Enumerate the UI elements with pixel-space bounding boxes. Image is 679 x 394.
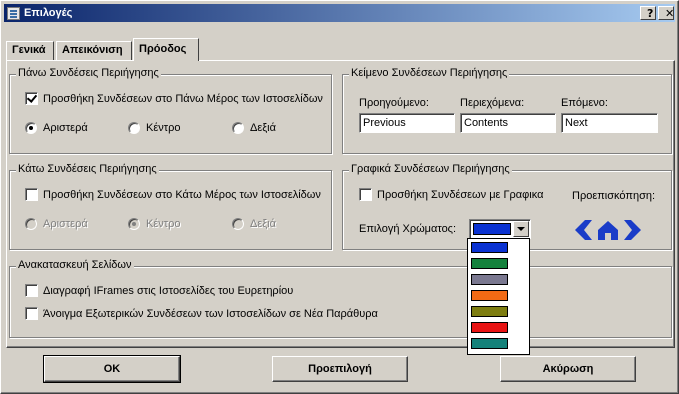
rebuild-group: Ανακατασκευή Σελίδων Διαγραφή IFrames στ… (9, 259, 672, 338)
open-external-links-checkbox[interactable]: Άνοιγμα Εξωτερικών Συνδέσεων των Ιστοσελ… (25, 307, 378, 320)
color-option[interactable] (470, 289, 527, 302)
color-swatch (471, 306, 508, 317)
prev-text-input[interactable] (359, 113, 455, 133)
color-swatch (471, 290, 508, 301)
color-swatch (471, 242, 508, 253)
color-swatch (471, 274, 508, 285)
top-align-center-radio[interactable]: Κέντρο (128, 122, 180, 134)
checkbox-label: Διαγραφή IFrames στις Ιστοσελίδες του Ευ… (43, 284, 294, 297)
radio-label: Αριστερά (43, 122, 88, 134)
checkbox-label: Άνοιγμα Εξωτερικών Συνδέσεων των Ιστοσελ… (43, 307, 378, 320)
tab-display[interactable]: Απεικόνιση (56, 41, 132, 60)
top-align-left-radio[interactable]: Αριστερά (25, 122, 88, 134)
bottom-align-right-radio: Δεξιά (232, 218, 276, 230)
radio-label: Αριστερά (43, 218, 88, 230)
window-title: Επιλογές (24, 7, 73, 19)
bottom-align-center-radio: Κέντρο (128, 218, 180, 230)
radio-label: Δεξιά (250, 122, 276, 134)
link-text-group: Κείμενο Συνδέσεων Περιήγησης Προηγούμενο… (342, 67, 672, 154)
default-button[interactable]: Προεπιλογή (272, 356, 408, 382)
contents-text-input[interactable] (460, 113, 556, 133)
rebuild-title: Ανακατασκευή Σελίδων (16, 259, 134, 271)
next-text-input[interactable] (561, 113, 658, 133)
radio-label: Κέντρο (146, 122, 181, 134)
color-dropdown-list[interactable] (467, 238, 530, 355)
top-links-title: Πάνω Συνδέσεις Περιήγησης (16, 67, 161, 79)
color-option[interactable] (470, 273, 527, 286)
checkbox-box[interactable] (25, 307, 38, 320)
radio-dot[interactable] (232, 122, 244, 134)
checkbox-label: Προσθήκη Συνδέσεων με Γραφικα (377, 188, 544, 201)
chevron-down-icon[interactable] (513, 221, 529, 237)
bottom-links-group: Κάτω Συνδέσεις Περιήγησης Προσθήκη Συνδέ… (9, 163, 332, 250)
top-links-add-checkbox[interactable]: Προσθήκη Συνδέσεων στο Πάνω Μέρος των Ισ… (25, 92, 323, 105)
tab-general[interactable]: Γενικά (6, 41, 54, 60)
graphic-links-add-checkbox[interactable]: Προσθήκη Συνδέσεων με Γραφικα (359, 188, 543, 201)
graphic-links-title: Γραφικά Συνδέσεων Περιήγησης (349, 163, 512, 175)
color-swatch (471, 322, 508, 333)
color-swatch (471, 258, 508, 269)
top-links-group: Πάνω Συνδέσεις Περιήγησης Προσθήκη Συνδέ… (9, 67, 332, 154)
color-option[interactable] (470, 257, 527, 270)
tab-progress[interactable]: Πρόοδος (133, 38, 199, 61)
options-dialog: Επιλογές ? ✕ Γενικά Απεικόνιση Πρόοδος Π… (0, 0, 679, 394)
color-swatch (471, 338, 508, 349)
radio-dot[interactable] (128, 122, 140, 134)
delete-iframes-checkbox[interactable]: Διαγραφή IFrames στις Ιστοσελίδες του Ευ… (25, 284, 293, 297)
next-label: Επόμενο: (561, 97, 608, 109)
color-option[interactable] (470, 321, 527, 334)
prev-label: Προηγούμενο: (359, 97, 429, 109)
link-text-title: Κείμενο Συνδέσεων Περιήγησης (349, 67, 510, 79)
help-button[interactable]: ? (640, 6, 656, 20)
home-icon (598, 221, 618, 240)
checkbox-label: Προσθήκη Συνδέσεων στο Κάτω Μέρος των Ισ… (43, 188, 321, 201)
selected-color-swatch (473, 223, 511, 235)
color-option[interactable] (470, 241, 527, 254)
nav-preview-icons (575, 220, 641, 240)
radio-label: Κέντρο (146, 218, 181, 230)
tab-panel-progress: Πάνω Συνδέσεις Περιήγησης Προσθήκη Συνδέ… (6, 60, 675, 348)
radio-dot (25, 218, 37, 230)
checkbox-box[interactable] (25, 284, 38, 297)
checkbox-box[interactable] (359, 188, 372, 201)
bottom-links-add-checkbox[interactable]: Προσθήκη Συνδέσεων στο Κάτω Μέρος των Ισ… (25, 188, 321, 201)
cancel-button[interactable]: Ακύρωση (500, 356, 636, 382)
title-bar[interactable]: Επιλογές ? ✕ (4, 4, 675, 22)
checkbox-box[interactable] (25, 188, 38, 201)
radio-dot (232, 218, 244, 230)
next-arrow-icon (624, 220, 641, 240)
bottom-align-left-radio: Αριστερά (25, 218, 88, 230)
radio-label: Δεξιά (250, 218, 276, 230)
radio-dot[interactable] (25, 122, 37, 134)
prev-arrow-icon (575, 220, 592, 240)
ok-button[interactable]: OK (43, 355, 181, 383)
checkbox-box[interactable] (25, 92, 38, 105)
color-select[interactable] (469, 219, 531, 239)
color-option[interactable] (470, 337, 527, 350)
color-option[interactable] (470, 305, 527, 318)
contents-label: Περιεχόμενα: (460, 97, 525, 109)
color-label: Επιλογή Χρώματος: (359, 223, 457, 235)
checkbox-label: Προσθήκη Συνδέσεων στο Πάνω Μέρος των Ισ… (43, 92, 323, 105)
close-button[interactable]: ✕ (658, 6, 674, 20)
preview-label: Προεπισκόπηση: (572, 190, 656, 202)
bottom-links-title: Κάτω Συνδέσεις Περιήγησης (16, 163, 159, 175)
radio-dot (128, 218, 140, 230)
top-align-right-radio[interactable]: Δεξιά (232, 122, 276, 134)
app-icon (7, 6, 20, 20)
